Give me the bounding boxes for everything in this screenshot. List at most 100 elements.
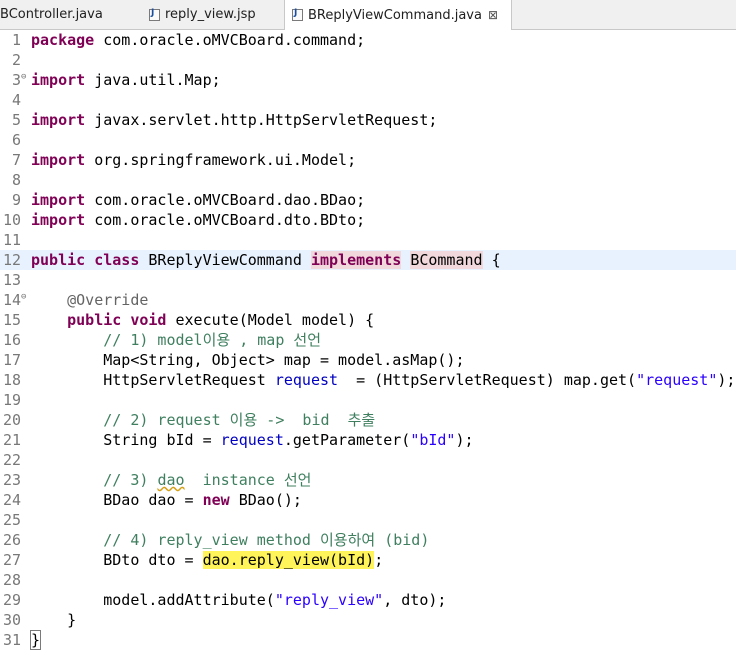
code-line[interactable]: 4 — [0, 90, 736, 110]
code-token: package — [31, 31, 95, 49]
code-line[interactable]: 6 — [0, 130, 736, 150]
code-line[interactable]: 23 // 3) dao instance 선언 — [0, 470, 736, 490]
close-icon[interactable]: ⊠ — [488, 8, 498, 22]
code-token: model.addAttribute( — [31, 591, 275, 609]
code-text: @Override — [31, 290, 148, 310]
code-line[interactable]: 7 import org.springframework.ui.Model; — [0, 150, 736, 170]
code-line[interactable]: 18 HttpServletRequest request = (HttpSer… — [0, 370, 736, 390]
code-line[interactable]: 8 — [0, 170, 736, 190]
code-text: BDto dto = dao.reply_view(bId); — [31, 550, 383, 570]
code-line[interactable]: 25 — [0, 510, 736, 530]
line-number: 9 — [11, 191, 21, 209]
code-token: ; — [374, 551, 384, 569]
code-token: public — [31, 251, 86, 269]
tab-breplyviewcommand[interactable]: BReplyViewCommand.java ⊠ — [284, 0, 512, 30]
code-token: BReplyViewCommand — [139, 251, 311, 269]
code-token: void — [130, 311, 167, 329]
line-number: 7 — [11, 151, 21, 169]
line-number: 8 — [11, 171, 21, 189]
code-text: // 4) reply_view method 이용하여 (bid) — [31, 530, 429, 550]
code-line[interactable]: 21 String bId = request.getParameter("bI… — [0, 430, 736, 450]
line-number: 22 — [2, 451, 21, 469]
code-text: // 3) dao instance 선언 — [31, 470, 311, 490]
code-token: org.springframework.ui.Model; — [85, 151, 357, 169]
code-line[interactable]: 1 package com.oracle.oMVCBoard.command; — [0, 30, 736, 50]
code-line[interactable]: 27 BDto dto = dao.reply_view(bId); — [0, 550, 736, 570]
tab-bcontroller[interactable]: BController.java — [0, 0, 138, 29]
line-number: 26 — [2, 531, 21, 549]
code-token: javax.servlet.http.HttpServletRequest; — [85, 111, 438, 129]
code-line[interactable]: 26 // 4) reply_view method 이용하여 (bid) — [0, 530, 736, 550]
line-number: 4 — [11, 91, 21, 109]
code-token: // 3) — [103, 471, 158, 489]
code-token: import — [31, 71, 86, 89]
code-token: com.oracle.oMVCBoard.dto.BDto; — [85, 211, 366, 229]
line-number: 21 — [2, 431, 21, 449]
code-token: implements — [310, 251, 402, 269]
code-line[interactable]: 15 public void execute(Model model) { — [0, 310, 736, 330]
line-number: 20 — [2, 411, 21, 429]
code-text: BDao dao = new BDao(); — [31, 490, 302, 510]
code-line[interactable]: 20 // 2) request 이용 -> bid 추출 — [0, 410, 736, 430]
code-line[interactable]: 17 Map<String, Object> map = model.asMap… — [0, 350, 736, 370]
code-token: HttpServletRequest — [31, 371, 275, 389]
line-number: 23 — [2, 471, 21, 489]
code-editor[interactable]: 1 package com.oracle.oMVCBoard.command; 2 3… — [0, 30, 736, 655]
code-token: execute(Model model) { — [166, 311, 375, 329]
code-text: // 1) model이용 , map 선언 — [31, 330, 321, 350]
code-line[interactable]: 24 BDao dao = new BDao(); — [0, 490, 736, 510]
code-token: "request" — [636, 371, 718, 389]
editor-tab-bar: BController.java reply_view.jsp BReplyVi… — [0, 0, 736, 30]
tab-label: BReplyViewCommand.java — [308, 7, 482, 23]
code-text: // 2) request 이용 -> bid 추출 — [31, 410, 375, 430]
code-token: com.oracle.oMVCBoard.command; — [94, 31, 366, 49]
code-token: dao — [157, 471, 185, 489]
code-line[interactable]: 30 } — [0, 610, 736, 630]
code-line[interactable]: 31} — [0, 630, 736, 650]
jsp-file-icon — [148, 8, 161, 22]
code-token: "reply_view" — [274, 591, 384, 609]
tab-reply-view[interactable]: reply_view.jsp — [148, 0, 274, 29]
code-text: public void execute(Model model) { — [31, 310, 374, 330]
code-line[interactable]: 28 — [0, 570, 736, 590]
code-line[interactable]: 10 import com.oracle.oMVCBoard.dto.BDto; — [0, 210, 736, 230]
line-number: 12 — [2, 251, 21, 269]
code-token: "bId" — [410, 431, 456, 449]
line-number: 17 — [2, 351, 21, 369]
code-line[interactable]: 9 import com.oracle.oMVCBoard.dao.BDao; — [0, 190, 736, 210]
line-number: 3 — [11, 71, 21, 89]
code-token: new — [202, 491, 230, 509]
code-token: BDao(); — [229, 491, 302, 509]
tab-label: reply_view.jsp — [165, 7, 256, 22]
code-text: String bId = request.getParameter("bId")… — [31, 430, 473, 450]
code-token: import — [31, 211, 86, 229]
code-token: Map<String, Object> map = model.asMap(); — [31, 351, 465, 369]
code-line[interactable]: 14 ⊖ @Override — [0, 290, 736, 310]
code-line[interactable]: 16 // 1) model이용 , map 선언 — [0, 330, 736, 350]
code-line[interactable]: 19 — [0, 390, 736, 410]
code-line[interactable]: 11 — [0, 230, 736, 250]
fold-collapse-icon[interactable]: ⊖ — [21, 70, 26, 84]
fold-collapse-icon[interactable]: ⊖ — [21, 290, 26, 304]
code-token: // 1) model이용 , map 선언 — [103, 331, 322, 349]
code-line[interactable]: 29 model.addAttribute("reply_view", dto)… — [0, 590, 736, 610]
code-line[interactable]: 3 ⊖ import java.util.Map; — [0, 70, 736, 90]
line-number: 11 — [2, 231, 21, 249]
code-line[interactable]: 2 — [0, 50, 736, 70]
code-line[interactable]: 22 — [0, 450, 736, 470]
code-line[interactable]: 13 — [0, 270, 736, 290]
line-number: 31 — [2, 631, 21, 649]
code-text: model.addAttribute("reply_view", dto); — [31, 590, 446, 610]
code-line[interactable]: 5 import javax.servlet.http.HttpServletRe… — [0, 110, 736, 130]
code-text: import java.util.Map; — [31, 70, 221, 90]
code-token: public — [67, 311, 122, 329]
code-token: class — [94, 251, 140, 269]
line-number: 6 — [11, 131, 21, 149]
code-token: @Override — [67, 291, 149, 309]
code-line[interactable]: 12 public class BReplyViewCommand impleme… — [0, 250, 736, 270]
